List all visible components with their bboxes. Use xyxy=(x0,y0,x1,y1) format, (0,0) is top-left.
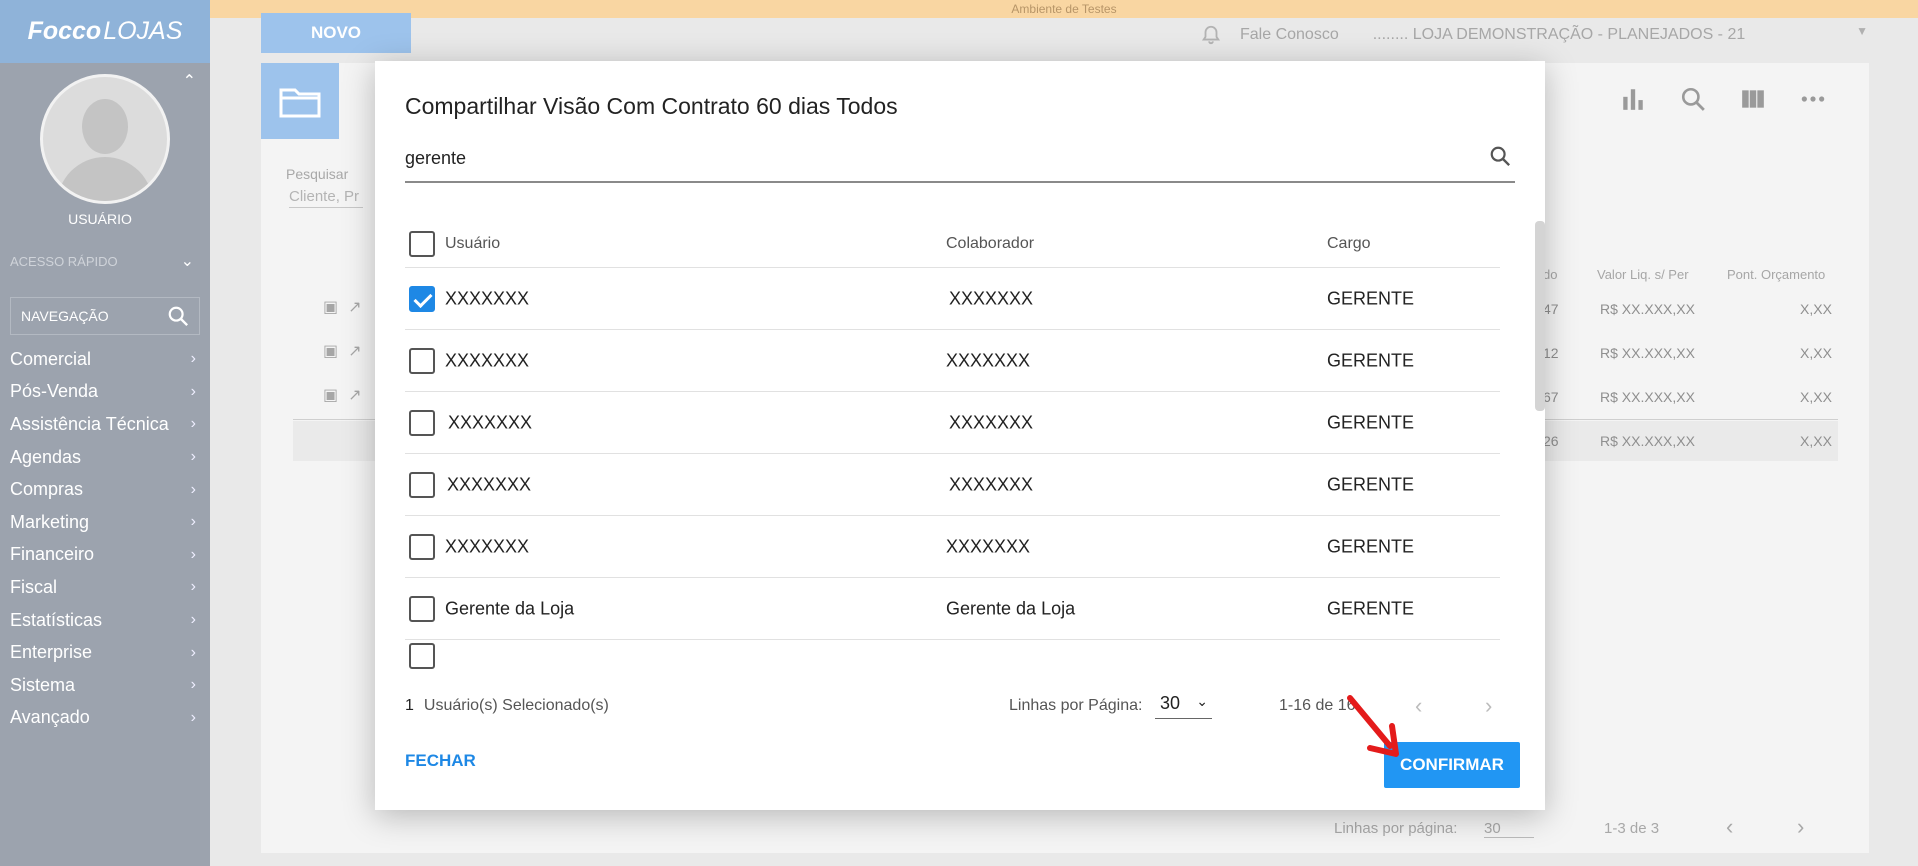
table-row[interactable]: XXXXXXX XXXXXXX GERENTE xyxy=(405,454,1500,516)
cell-colab: XXXXXXX xyxy=(949,474,1034,494)
rows-per-page-label: Linhas por Página: xyxy=(1009,697,1143,714)
cell-user: XXXXXXX xyxy=(445,350,530,370)
col-user: Usuário xyxy=(445,235,501,252)
search-icon[interactable] xyxy=(1489,145,1511,167)
page-range: 1-16 de 16 xyxy=(1279,697,1356,714)
table-row[interactable]: XXXXXXX XXXXXXX GERENTE xyxy=(405,392,1500,454)
cell-cargo: GERENTE xyxy=(1327,350,1415,370)
row-checkbox[interactable] xyxy=(409,347,435,374)
dialog-title: Compartilhar Visão Com Contrato 60 dias … xyxy=(405,93,898,119)
cell-colab: XXXXXXX xyxy=(949,288,1034,308)
chevron-left-icon[interactable]: ‹ xyxy=(1415,693,1422,719)
cell-cargo: GERENTE xyxy=(1327,412,1415,432)
cell-cargo: GERENTE xyxy=(1327,474,1415,494)
row-checkbox[interactable] xyxy=(409,643,435,669)
cell-cargo: GERENTE xyxy=(1327,536,1415,556)
cell-colab: XXXXXXX xyxy=(949,412,1034,432)
row-checkbox[interactable] xyxy=(409,409,435,436)
cell-cargo: GERENTE xyxy=(1327,288,1415,308)
cell-user: Gerente da Loja xyxy=(445,598,575,618)
annotation-arrow-icon xyxy=(1347,695,1399,757)
selected-count: 1 xyxy=(405,697,414,714)
table-row[interactable]: XXXXXXX XXXXXXX GERENTE xyxy=(405,330,1500,392)
table-row-partial[interactable] xyxy=(405,640,1500,671)
table-row[interactable]: XXXXXXX XXXXXXX GERENTE xyxy=(405,268,1500,330)
cell-user: XXXXXXX xyxy=(445,536,530,556)
col-colab: Colaborador xyxy=(946,235,1035,252)
chevron-down-icon: ⌄ xyxy=(1196,693,1208,709)
cell-colab: XXXXXXX xyxy=(946,536,1031,556)
search-input[interactable] xyxy=(405,139,1465,177)
row-checkbox[interactable] xyxy=(409,471,435,498)
selected-label: Usuário(s) Selecionado(s) xyxy=(423,697,609,714)
chevron-right-icon[interactable]: › xyxy=(1485,693,1492,719)
table-header: Usuário Colaborador Cargo xyxy=(405,221,1500,268)
cell-cargo: GERENTE xyxy=(1327,598,1415,618)
cell-colab: Gerente da Loja xyxy=(946,598,1076,618)
table-row[interactable]: XXXXXXX XXXXXXX GERENTE xyxy=(405,516,1500,578)
select-all-checkbox[interactable] xyxy=(409,231,435,257)
row-checkbox[interactable] xyxy=(409,533,435,560)
rows-per-page-select[interactable]: 30 ⌄ xyxy=(1155,691,1212,719)
col-cargo: Cargo xyxy=(1327,235,1371,252)
cell-user: XXXXXXX xyxy=(447,474,532,494)
selection-summary: 1 Usuário(s) Selecionado(s) xyxy=(405,697,609,715)
rows-per-page-value: 30 xyxy=(1160,693,1181,713)
row-checkbox[interactable] xyxy=(409,595,435,622)
cell-user: XXXXXXX xyxy=(445,288,530,308)
users-table: Usuário Colaborador Cargo XXXXXXX XXXXXX… xyxy=(405,221,1515,671)
row-checkbox[interactable] xyxy=(409,285,435,312)
cell-colab: XXXXXXX xyxy=(946,350,1031,370)
cell-user: XXXXXXX xyxy=(448,412,533,432)
table-scrollbar[interactable] xyxy=(1535,221,1545,411)
table-row[interactable]: Gerente da Loja Gerente da Loja GERENTE xyxy=(405,578,1500,640)
close-button[interactable]: FECHAR xyxy=(405,743,476,779)
search-field xyxy=(405,139,1515,183)
